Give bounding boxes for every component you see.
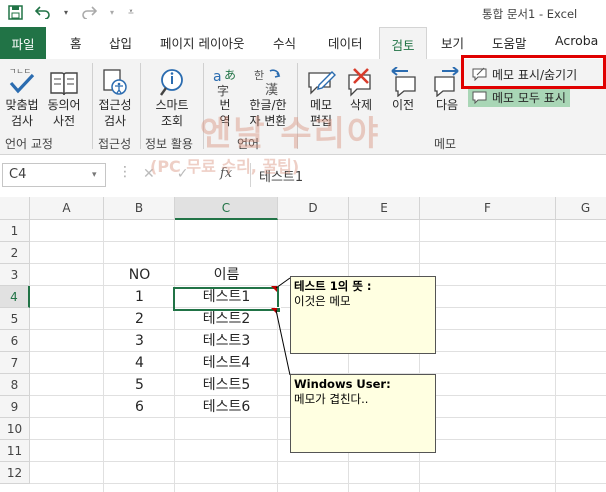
quick-access-toolbar: ▾ ▾ ⩡	[6, 3, 136, 21]
comment-next-icon	[429, 63, 465, 97]
previous-comment-button[interactable]: 이전	[385, 63, 421, 113]
undo-icon[interactable]	[34, 3, 52, 21]
tab-insert[interactable]: 삽입	[109, 33, 132, 52]
accessibility-icon	[94, 63, 136, 97]
redo-icon[interactable]	[80, 3, 98, 21]
title-bar: ▾ ▾ ⩡ 통합 문서1 - Excel	[0, 0, 606, 26]
svg-text:字: 字	[217, 83, 229, 97]
delete-comment-button[interactable]: 삭제	[343, 63, 379, 113]
comment-text: 메모가 겹친다..	[294, 392, 369, 406]
next-comment-button[interactable]: 다음	[429, 63, 465, 113]
worksheet-grid[interactable]: A B C D E F G 1 2 3 4 5 6 7 8 9 10 11 12…	[0, 197, 606, 492]
confirm-entry-icon[interactable]: ✓	[177, 166, 189, 182]
group-label-insights: 정보 활용	[145, 137, 193, 151]
tab-acrobat[interactable]: Acroba	[555, 33, 598, 48]
highlight-annotation-box	[461, 55, 606, 89]
comment-edit-icon	[301, 63, 341, 97]
ribbon-separator	[297, 63, 298, 149]
undo-dropdown-icon[interactable]: ▾	[62, 3, 70, 21]
ribbon-separator	[140, 63, 141, 149]
name-box[interactable]: C4	[2, 163, 106, 187]
svg-text:漢: 漢	[265, 83, 278, 97]
spelling-check-icon: ㄱㄴㄷ	[2, 63, 42, 97]
svg-text:ㄱㄴㄷ: ㄱㄴㄷ	[9, 67, 31, 76]
hanja-convert-button[interactable]: 한漢 한글/한 자 변환	[243, 63, 293, 129]
accessibility-check-button[interactable]: 접근성 검사	[94, 63, 136, 129]
group-label-language: 언어	[237, 137, 260, 151]
cancel-entry-icon[interactable]: ✕	[143, 166, 155, 182]
comment-all-icon	[472, 91, 487, 104]
group-label-accessibility: 접근성	[98, 137, 132, 151]
tab-data[interactable]: 데이터	[328, 33, 363, 52]
hanja-icon: 한漢	[243, 63, 293, 97]
group-label-comments: 메모	[434, 137, 457, 151]
thesaurus-button[interactable]: 동의어 사전	[44, 63, 84, 129]
tab-review[interactable]: 검토	[379, 27, 427, 60]
formula-input[interactable]: 테스트1	[250, 163, 606, 187]
comment-box-2[interactable]: Windows User: 메모가 겹친다..	[290, 374, 436, 453]
insert-function-button[interactable]: fx	[220, 166, 232, 181]
book-icon	[44, 63, 84, 97]
tab-file[interactable]: 파일	[0, 27, 46, 59]
translate-icon: aあ字	[207, 63, 243, 97]
name-box-dropdown-icon[interactable]: ▾	[92, 170, 97, 180]
comment-author: Windows User:	[294, 377, 391, 391]
lightbulb-search-icon	[144, 63, 200, 97]
smart-lookup-button[interactable]: 스마트 조회	[144, 63, 200, 129]
customize-qat-icon[interactable]: ⩡	[126, 3, 136, 21]
edit-comment-button[interactable]: 메모 편집	[301, 63, 341, 129]
comment-box-1[interactable]: 테스트 1의 뜻 : 이것은 메모	[290, 276, 436, 354]
svg-text:a: a	[213, 69, 222, 85]
comment-delete-icon	[343, 63, 379, 97]
comment-text: 이것은 메모	[294, 294, 351, 308]
group-label-proofing: 언어 교정	[5, 137, 53, 151]
formula-bar-grip-icon[interactable]: ⋮	[118, 164, 132, 180]
tab-home[interactable]: 홈	[70, 33, 82, 52]
window-title: 통합 문서1 - Excel	[482, 7, 578, 21]
tab-page-layout[interactable]: 페이지 레이아웃	[160, 33, 244, 52]
formula-bar: C4 ▾ ⋮ ✕ ✓ fx 테스트1	[0, 160, 606, 190]
translate-button[interactable]: aあ字 번 역	[207, 63, 243, 129]
svg-text:あ: あ	[224, 68, 236, 82]
svg-text:한: 한	[254, 69, 264, 82]
ribbon-separator	[92, 63, 93, 149]
comment-author: 테스트 1의 뜻 :	[294, 279, 372, 293]
tab-formulas[interactable]: 수식	[273, 33, 296, 52]
save-icon[interactable]	[6, 3, 24, 21]
comment-previous-icon	[385, 63, 421, 97]
show-all-comments-button[interactable]: 메모 모두 표시	[468, 87, 570, 107]
spelling-button[interactable]: ㄱㄴㄷ 맞춤법 검사	[2, 63, 42, 129]
ribbon-separator	[203, 63, 204, 149]
tab-help[interactable]: 도움말	[492, 33, 527, 52]
tab-view[interactable]: 보기	[441, 33, 464, 52]
redo-dropdown-icon[interactable]: ▾	[108, 3, 116, 21]
